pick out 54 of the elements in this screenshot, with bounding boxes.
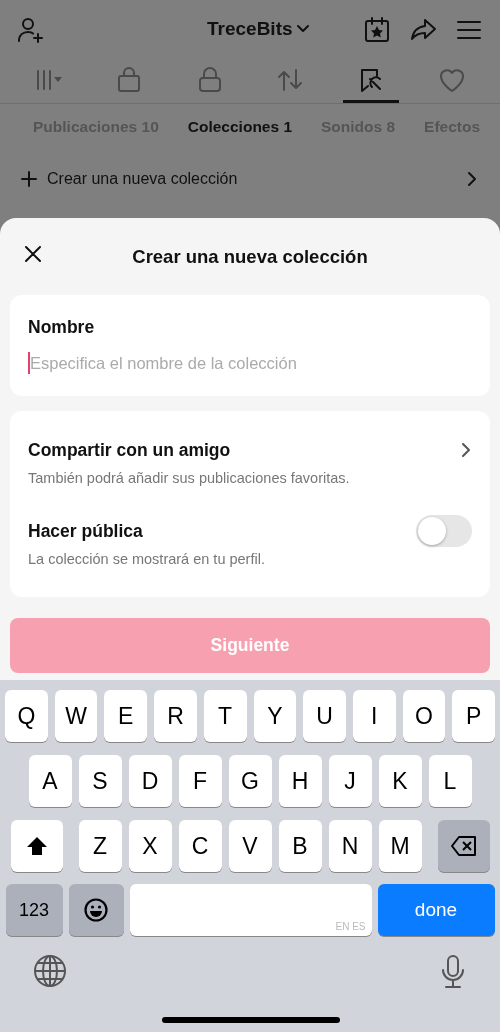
letter-key[interactable]: V (228, 820, 272, 872)
option-description: También podrá añadir sus publicaciones favoritas. (28, 470, 351, 486)
letter-key[interactable]: Z (78, 820, 122, 872)
add-friend-icon[interactable] (16, 15, 46, 45)
calendar-star-icon[interactable] (362, 15, 392, 45)
letter-key[interactable]: W (54, 690, 98, 742)
smiley-icon (83, 897, 109, 923)
field-label: Nombre (28, 317, 96, 338)
letter-key[interactable]: A (28, 755, 72, 807)
backspace-icon (449, 835, 478, 857)
letter-key[interactable]: S (78, 755, 122, 807)
globe-icon[interactable] (33, 954, 67, 988)
letter-key[interactable]: M (378, 820, 422, 872)
delete-key[interactable] (437, 820, 490, 872)
sheet-title: Crear una nueva colección (132, 245, 368, 268)
letter-key[interactable]: U (303, 690, 346, 742)
numbers-key[interactable]: 123 (5, 884, 63, 936)
letter-key[interactable]: P (452, 690, 495, 742)
option-description: La colección se mostrará en tu perfil. (28, 551, 266, 567)
username-dropdown[interactable]: TreceBits (207, 18, 310, 40)
plus-icon[interactable] (20, 170, 38, 188)
chevron-right-icon (466, 170, 478, 188)
letter-key[interactable]: N (328, 820, 372, 872)
toggle-switch[interactable] (416, 515, 472, 547)
letter-key[interactable]: F (178, 755, 222, 807)
letter-key[interactable]: T (203, 690, 247, 742)
letter-key[interactable]: J (328, 755, 372, 807)
letter-key[interactable]: H (278, 755, 322, 807)
letter-key[interactable]: Y (253, 690, 297, 742)
letter-key[interactable]: D (128, 755, 172, 807)
letter-key[interactable]: O (402, 690, 446, 742)
language-hint: EN ES (335, 921, 366, 932)
letter-key[interactable]: C (178, 820, 222, 872)
letter-key[interactable]: E (104, 690, 148, 742)
microphone-icon[interactable] (440, 954, 466, 990)
option-title[interactable]: Compartir con un amigo (28, 439, 231, 461)
chevron-right-icon[interactable] (460, 441, 472, 459)
emoji-key[interactable] (68, 884, 124, 936)
letter-key[interactable]: K (378, 755, 422, 807)
chevron-down-icon (295, 24, 310, 34)
close-icon[interactable] (23, 244, 43, 264)
option-title: Hacer pública (28, 520, 143, 542)
shift-key[interactable] (10, 820, 63, 872)
letter-key[interactable]: R (154, 690, 197, 742)
name-input-field[interactable]: Especifica el nombre de la colección (28, 352, 474, 374)
letter-key[interactable]: Q (5, 690, 48, 742)
letter-key[interactable]: B (278, 820, 322, 872)
letter-key[interactable]: X (128, 820, 172, 872)
letter-key[interactable]: L (428, 755, 472, 807)
done-key[interactable]: done (377, 884, 495, 936)
create-collection-link[interactable]: Crear una nueva colección (47, 170, 238, 188)
letter-key[interactable]: I (352, 690, 396, 742)
collection-tab[interactable]: Colecciones 1 (187, 118, 293, 150)
letter-key[interactable]: G (228, 755, 272, 807)
